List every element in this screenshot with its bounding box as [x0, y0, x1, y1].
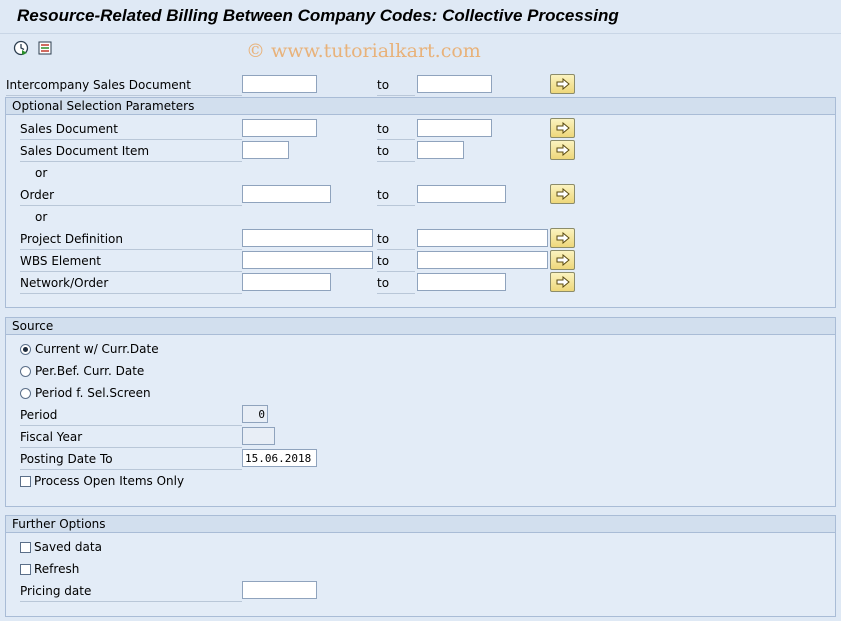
- posting-date-to-label: Posting Date To: [20, 449, 242, 470]
- sales-document-item-from-input[interactable]: [242, 141, 289, 159]
- process-open-items-checkbox[interactable]: [20, 476, 31, 487]
- network-order-label: Network/Order: [20, 273, 242, 294]
- group-header: Source: [6, 318, 835, 335]
- radio-period-sel-screen[interactable]: [20, 388, 31, 399]
- watermark: © www.tutorialkart.com: [246, 40, 481, 62]
- intercompany-sales-document-from-input[interactable]: [242, 75, 317, 93]
- wbs-element-to-input[interactable]: [417, 251, 548, 269]
- execute-clock-icon[interactable]: [13, 40, 29, 56]
- multiple-selection-button[interactable]: [550, 184, 575, 204]
- period-label: Period: [20, 405, 242, 426]
- arrow-right-icon: [556, 78, 570, 90]
- group-header: Optional Selection Parameters: [6, 98, 835, 115]
- intercompany-sales-document-label: Intercompany Sales Document: [6, 75, 242, 96]
- refresh-checkbox[interactable]: [20, 564, 31, 575]
- radio-period-sel-screen-label: Period f. Sel.Screen: [35, 386, 151, 400]
- to-label: to: [377, 75, 415, 96]
- process-open-items-label: Process Open Items Only: [34, 474, 185, 488]
- project-definition-from-input[interactable]: [242, 229, 373, 247]
- wbs-element-from-input[interactable]: [242, 251, 373, 269]
- radio-per-bef-curr-date-label: Per.Bef. Curr. Date: [35, 364, 145, 378]
- to-label: to: [377, 141, 415, 162]
- title-bar: Resource-Related Billing Between Company…: [0, 0, 841, 34]
- arrow-right-icon: [556, 232, 570, 244]
- network-order-from-input[interactable]: [242, 273, 331, 291]
- or-label: or: [35, 210, 48, 224]
- multiple-selection-button[interactable]: [550, 250, 575, 270]
- sales-document-item-label: Sales Document Item: [20, 141, 242, 162]
- or-label: or: [35, 166, 48, 180]
- radio-current-curr-date-label: Current w/ Curr.Date: [35, 342, 159, 356]
- group-header: Further Options: [6, 516, 835, 533]
- saved-data-label: Saved data: [34, 540, 102, 554]
- sales-document-item-to-input[interactable]: [417, 141, 464, 159]
- radio-per-bef-curr-date[interactable]: [20, 366, 31, 377]
- multiple-selection-button[interactable]: [550, 228, 575, 248]
- project-definition-to-input[interactable]: [417, 229, 548, 247]
- period-field[interactable]: [242, 405, 268, 423]
- wbs-element-label: WBS Element: [20, 251, 242, 272]
- arrow-right-icon: [556, 188, 570, 200]
- fiscal-year-label: Fiscal Year: [20, 427, 242, 448]
- sales-document-to-input[interactable]: [417, 119, 492, 137]
- sales-document-label: Sales Document: [20, 119, 242, 140]
- to-label: to: [377, 185, 415, 206]
- pricing-date-input[interactable]: [242, 581, 317, 599]
- project-definition-label: Project Definition: [20, 229, 242, 250]
- selection-options-icon[interactable]: [37, 40, 53, 56]
- arrow-right-icon: [556, 144, 570, 156]
- arrow-right-icon: [556, 254, 570, 266]
- pricing-date-label: Pricing date: [20, 581, 242, 602]
- order-to-input[interactable]: [417, 185, 506, 203]
- posting-date-to-input[interactable]: [242, 449, 317, 467]
- fiscal-year-field[interactable]: [242, 427, 275, 445]
- multiple-selection-button[interactable]: [550, 74, 575, 94]
- order-label: Order: [20, 185, 242, 206]
- multiple-selection-button[interactable]: [550, 272, 575, 292]
- to-label: to: [377, 251, 415, 272]
- order-from-input[interactable]: [242, 185, 331, 203]
- multiple-selection-button[interactable]: [550, 118, 575, 138]
- network-order-to-input[interactable]: [417, 273, 506, 291]
- saved-data-checkbox[interactable]: [20, 542, 31, 553]
- arrow-right-icon: [556, 276, 570, 288]
- radio-current-curr-date[interactable]: [20, 344, 31, 355]
- arrow-right-icon: [556, 122, 570, 134]
- refresh-label: Refresh: [34, 562, 80, 576]
- multiple-selection-button[interactable]: [550, 140, 575, 160]
- to-label: to: [377, 229, 415, 250]
- intercompany-sales-document-to-input[interactable]: [417, 75, 492, 93]
- to-label: to: [377, 273, 415, 294]
- to-label: to: [377, 119, 415, 140]
- sales-document-from-input[interactable]: [242, 119, 317, 137]
- page-title: Resource-Related Billing Between Company…: [17, 6, 619, 25]
